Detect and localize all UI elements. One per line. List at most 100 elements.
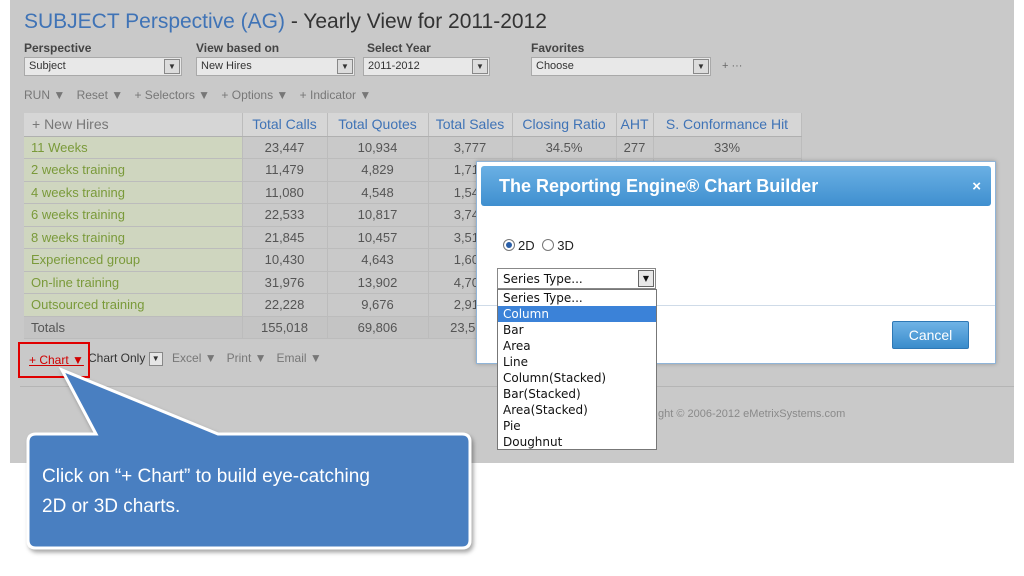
dialog-title: The Reporting Engine® Chart Builder	[499, 176, 819, 196]
print-button[interactable]: Print ▼	[227, 351, 267, 365]
table-cell: 10,430	[242, 248, 328, 272]
favorites-value: Choose	[536, 60, 574, 72]
favorites-add[interactable]: + ···	[722, 60, 742, 72]
chart-only-dropdown[interactable]: ▼	[148, 351, 163, 366]
selectors-button[interactable]: + Selectors ▼	[134, 88, 210, 102]
perspective-label: Perspective	[24, 41, 92, 55]
options-button[interactable]: + Options ▼	[221, 88, 288, 102]
table-cell: 11,080	[242, 181, 328, 204]
favorites-select[interactable]: Choose ▼	[531, 57, 711, 76]
email-button[interactable]: Email ▼	[277, 351, 322, 365]
row-label[interactable]: 11 Weeks	[24, 136, 243, 159]
column-header[interactable]: Total Sales	[428, 113, 513, 137]
series-type-value: Series Type...	[503, 272, 583, 286]
column-header[interactable]: Total Calls	[242, 113, 328, 137]
radio-2d-label: 2D	[518, 238, 535, 253]
series-type-select[interactable]: Series Type... ▼	[497, 268, 656, 289]
row-label[interactable]: Experienced group	[24, 248, 243, 272]
series-option[interactable]: Column(Stacked)	[498, 370, 656, 386]
table-cell: 34.5%	[512, 136, 617, 159]
copyright-text: ght © 2006-2012 eMetrixSystems.com	[658, 408, 846, 420]
reset-button[interactable]: Reset ▼	[77, 88, 124, 102]
table-cell: 22,533	[242, 203, 328, 227]
series-option[interactable]: Bar(Stacked)	[498, 386, 656, 402]
table-cell: 10,934	[327, 136, 429, 159]
table-cell: 10,457	[327, 226, 429, 249]
table-cell: 155,018	[242, 316, 328, 339]
column-header[interactable]: Closing Ratio	[512, 113, 617, 137]
series-option[interactable]: Pie	[498, 418, 656, 434]
series-option[interactable]: Area(Stacked)	[498, 402, 656, 418]
close-icon[interactable]: ×	[972, 178, 981, 195]
view-based-on-select[interactable]: New Hires ▼	[196, 57, 355, 76]
excel-button[interactable]: Excel ▼	[172, 351, 217, 365]
report-toolbar: RUN ▼ Reset ▼ + Selectors ▼ + Options ▼ …	[24, 88, 379, 102]
table-header-row: + New Hires Total Calls Total Quotes Tot…	[24, 113, 802, 137]
select-year-label: Select Year	[367, 41, 431, 55]
perspective-select[interactable]: Subject ▼	[24, 57, 182, 76]
column-header[interactable]: Total Quotes	[327, 113, 429, 137]
series-option[interactable]: Area	[498, 338, 656, 354]
export-toolbar: Chart Only ▼ Excel ▼ Print ▼ Email ▼	[88, 351, 322, 366]
column-header[interactable]: AHT	[616, 113, 654, 137]
row-label[interactable]: Outsourced training	[24, 293, 243, 317]
callout-text: Click on “+ Chart” to build eye-catching…	[42, 462, 462, 522]
series-option[interactable]: Bar	[498, 322, 656, 338]
cancel-button[interactable]: Cancel	[892, 321, 969, 349]
slide: SUBJECT Perspective (AG) - Yearly View f…	[0, 0, 1024, 576]
column-header-new-hires[interactable]: + New Hires	[24, 113, 243, 137]
row-label[interactable]: 6 weeks training	[24, 203, 243, 227]
radio-2d[interactable]	[503, 239, 515, 251]
table-cell: 4,548	[327, 181, 429, 204]
series-option[interactable]: Series Type...	[498, 290, 656, 306]
table-cell: 3,777	[428, 136, 513, 159]
indicator-button[interactable]: + Indicator ▼	[300, 88, 372, 102]
table-cell: 69,806	[327, 316, 429, 339]
series-option-column[interactable]: Column	[498, 306, 656, 322]
chevron-down-icon: ▼	[638, 270, 654, 287]
series-option[interactable]: Doughnut	[498, 434, 656, 450]
table-cell: 4,643	[327, 248, 429, 272]
chart-only-label: Chart Only	[88, 351, 146, 365]
dialog-header: The Reporting Engine® Chart Builder ×	[481, 166, 991, 206]
row-label[interactable]: 4 weeks training	[24, 181, 243, 204]
column-header[interactable]: S. Conformance Hit	[653, 113, 802, 137]
table-cell: 31,976	[242, 271, 328, 294]
select-year-value: 2011-2012	[368, 60, 420, 72]
page-title-rest: - Yearly View for 2011-2012	[285, 10, 547, 33]
radio-3d-label: 3D	[557, 238, 574, 253]
table-cell: 21,845	[242, 226, 328, 249]
table-cell: 11,479	[242, 158, 328, 182]
chevron-down-icon: ▼	[164, 59, 180, 74]
page-title: SUBJECT Perspective (AG) - Yearly View f…	[24, 10, 547, 34]
row-label[interactable]: On-line training	[24, 271, 243, 294]
table-cell: 10,817	[327, 203, 429, 227]
chevron-down-icon: ▼	[472, 59, 488, 74]
table-cell: 33%	[653, 136, 802, 159]
perspective-value: Subject	[29, 60, 66, 72]
table-cell: 22,228	[242, 293, 328, 317]
row-label-totals: Totals	[24, 316, 243, 339]
favorites-label: Favorites	[531, 41, 585, 55]
table-cell: 23,447	[242, 136, 328, 159]
chevron-down-icon: ▼	[337, 59, 353, 74]
view-based-on-value: New Hires	[201, 60, 252, 72]
chevron-down-icon: ▼	[693, 59, 709, 74]
table-row: 11 Weeks 23,447 10,934 3,777 34.5% 277 3…	[24, 136, 802, 159]
page-title-subject: SUBJECT Perspective (AG)	[24, 10, 286, 33]
add-chart-button[interactable]: + Chart ▼	[18, 342, 90, 378]
callout-line-1: Click on “+ Chart” to build eye-catching	[42, 466, 370, 487]
callout-line-2: 2D or 3D charts.	[42, 496, 181, 517]
table-cell: 9,676	[327, 293, 429, 317]
row-label[interactable]: 2 weeks training	[24, 158, 243, 182]
view-based-on-label: View based on	[196, 41, 280, 55]
table-cell: 4,829	[327, 158, 429, 182]
table-cell: 277	[616, 136, 654, 159]
series-type-dropdown-list: Series Type... Column Bar Area Line Colu…	[497, 289, 657, 450]
radio-3d[interactable]	[542, 239, 555, 251]
series-option[interactable]: Line	[498, 354, 656, 370]
select-year-select[interactable]: 2011-2012 ▼	[363, 57, 490, 76]
run-button[interactable]: RUN ▼	[24, 88, 65, 102]
row-label[interactable]: 8 weeks training	[24, 226, 243, 249]
table-cell: 13,902	[327, 271, 429, 294]
